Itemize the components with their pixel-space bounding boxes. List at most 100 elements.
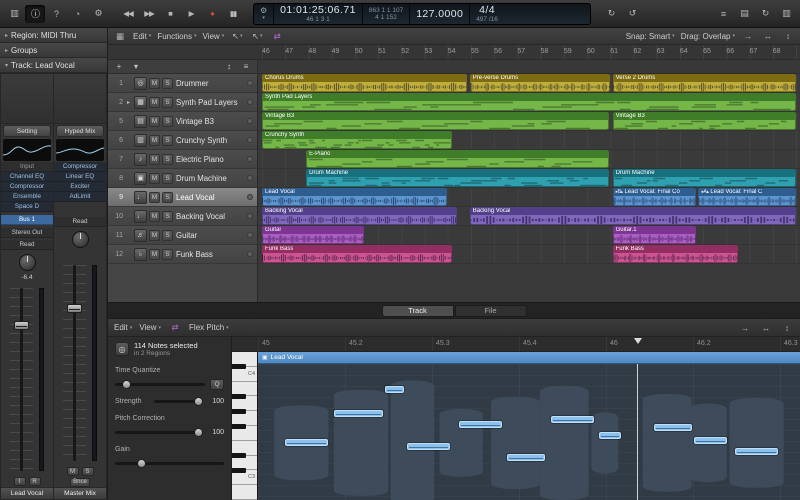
channel-name[interactable]: Lead Vocal: [1, 487, 53, 499]
fader-track[interactable]: [73, 265, 76, 461]
arrange-canvas[interactable]: Chorus DrumsPre-verse DrumsVerse 2 Drums…: [258, 74, 800, 302]
mute-button[interactable]: M: [149, 135, 160, 146]
stop-button[interactable]: ■: [160, 5, 180, 23]
piano-key-b2[interactable]: [232, 485, 257, 500]
track-lane[interactable]: Lead Vocal ▸B▴Lead Vocal: Final Co▸A▴Lead…: [258, 188, 800, 207]
grid-icon[interactable]: ▦: [113, 30, 127, 43]
v-zoom-icon[interactable]: ↕: [780, 321, 794, 334]
region[interactable]: Chorus Drums: [262, 74, 467, 92]
track-header-crunchy-synth[interactable]: 6▥MSCrunchy Synth: [108, 131, 257, 150]
track-power-icon[interactable]: [247, 156, 253, 162]
region[interactable]: ▸B▴Lead Vocal: Final Co: [613, 188, 697, 206]
flex-pitch-note[interactable]: [735, 448, 778, 455]
volume-fader[interactable]: [14, 321, 29, 330]
audio-fx-slot[interactable]: Exciter: [54, 182, 106, 192]
track-header-drummer[interactable]: 1◎MSDrummer: [108, 74, 257, 93]
region[interactable]: Guitar.1: [613, 226, 697, 244]
track-power-icon[interactable]: [247, 194, 253, 200]
solo-button[interactable]: S: [162, 192, 173, 203]
track-inspector-header[interactable]: ▾ Track: Lead Vocal: [0, 58, 107, 73]
library-icon[interactable]: ▥: [4, 5, 24, 23]
input-monitor-button[interactable]: I: [14, 477, 26, 486]
region[interactable]: Vintage B3: [262, 112, 609, 130]
note-pads-icon[interactable]: ▤: [734, 5, 754, 23]
track-power-icon[interactable]: [247, 213, 253, 219]
strength-slider[interactable]: [154, 400, 203, 403]
track-lane[interactable]: GuitarGuitar.1: [258, 226, 800, 245]
track-lane[interactable]: Crunchy Synth: [258, 131, 800, 150]
flex-pitch-menu[interactable]: Flex Pitch▾: [189, 323, 229, 332]
lcd-settings-section[interactable]: ⚙ ▾: [254, 4, 274, 24]
record-button[interactable]: ●: [202, 5, 222, 23]
solo-button[interactable]: S: [162, 173, 173, 184]
mute-button[interactable]: M: [149, 211, 160, 222]
track-power-icon[interactable]: [247, 232, 253, 238]
catch-playhead-icon[interactable]: →: [741, 30, 755, 43]
track-power-icon[interactable]: [247, 118, 253, 124]
flex-pitch-note[interactable]: [599, 432, 621, 439]
eq-thumbnail[interactable]: [3, 139, 51, 161]
mute-button[interactable]: M: [149, 78, 160, 89]
add-track-button[interactable]: +: [112, 61, 126, 72]
region[interactable]: Pre-verse Drums: [470, 74, 610, 92]
channel-setting-button[interactable]: Setting: [3, 125, 51, 137]
track-lane[interactable]: E-Piano: [258, 150, 800, 169]
editor-region-header[interactable]: ▣ Lead Vocal: [258, 352, 800, 364]
mute-button[interactable]: M: [149, 116, 160, 127]
mute-button[interactable]: M: [67, 467, 79, 476]
view-menu[interactable]: View▾: [203, 32, 225, 41]
track-lane[interactable]: Synth Pad Layers: [258, 93, 800, 112]
audio-fx-slot[interactable]: Compressor: [54, 162, 106, 172]
disclosure-triangle-icon[interactable]: ▸: [125, 99, 132, 106]
region[interactable]: ▸A▴Lead Vocal: Final C: [698, 188, 796, 206]
groups-inspector-header[interactable]: ▸ Groups: [0, 43, 107, 58]
flex-pitch-note[interactable]: [694, 437, 727, 444]
region[interactable]: Synth Pad Layers: [262, 93, 796, 111]
flex-pitch-note[interactable]: [654, 424, 692, 431]
track-lane[interactable]: Backing VocalBacking Vocal: [258, 207, 800, 226]
cycle-icon[interactable]: ↻: [601, 5, 621, 23]
inspector-icon[interactable]: ⓘ: [25, 5, 45, 23]
slider-knob[interactable]: [137, 459, 146, 468]
smart-controls-icon[interactable]: ◔: [67, 5, 87, 23]
channel-setting-button[interactable]: Hyped Mix: [56, 125, 104, 137]
solo-button[interactable]: S: [162, 97, 173, 108]
track-header-vintage-b3[interactable]: 5▤MSVintage B3: [108, 112, 257, 131]
volume-fader[interactable]: [67, 304, 82, 313]
lcd-time-section[interactable]: 01:01:25:06.71 46 1 3 1: [274, 4, 363, 24]
ruler-scale[interactable]: 4647484950515253545556575859606162636465…: [258, 45, 800, 59]
bounce-button[interactable]: Bnce: [70, 478, 90, 487]
mute-button[interactable]: M: [149, 192, 160, 203]
piano-key-black[interactable]: [232, 394, 246, 399]
send-slot[interactable]: Bus 1: [1, 215, 53, 225]
flex-pitch-note[interactable]: [385, 386, 404, 393]
channel-name[interactable]: Master Mix: [54, 487, 106, 499]
bar-ruler[interactable]: 4647484950515253545556575859606162636465…: [108, 45, 800, 60]
apple-loops-icon[interactable]: ↻: [755, 5, 775, 23]
piano-keyboard[interactable]: C4C3: [232, 352, 258, 500]
region[interactable]: Lead Vocal: [262, 188, 447, 206]
flex-pitch-note[interactable]: [507, 454, 545, 461]
solo-button[interactable]: S: [162, 116, 173, 127]
track-power-icon[interactable]: [247, 137, 253, 143]
flex-pitch-note[interactable]: [407, 443, 450, 450]
region[interactable]: Vintage B3: [613, 112, 796, 130]
track-lane[interactable]: Funk BassFunk Bass: [258, 245, 800, 264]
tab-file[interactable]: File: [455, 305, 527, 317]
piano-key-black[interactable]: [232, 364, 246, 369]
edit-menu[interactable]: Edit▾: [133, 32, 151, 41]
pause-button[interactable]: ▮▮: [223, 5, 243, 23]
piano-key-black[interactable]: [232, 424, 246, 429]
mute-button[interactable]: M: [149, 97, 160, 108]
lcd-signature-section[interactable]: 4/4 497 /16: [470, 4, 504, 24]
track-power-icon[interactable]: [247, 175, 253, 181]
flex-pitch-note[interactable]: [551, 416, 594, 423]
audio-fx-slot[interactable]: Linear EQ: [54, 172, 106, 182]
track-options-icon[interactable]: ≡: [239, 61, 253, 72]
auto-scroll-icon[interactable]: →: [738, 321, 752, 334]
time-quantize-slider[interactable]: [115, 383, 205, 386]
play-button[interactable]: ▶: [181, 5, 201, 23]
track-power-icon[interactable]: [247, 99, 253, 105]
solo-button[interactable]: S: [162, 78, 173, 89]
input-slot[interactable]: Input: [1, 162, 53, 172]
